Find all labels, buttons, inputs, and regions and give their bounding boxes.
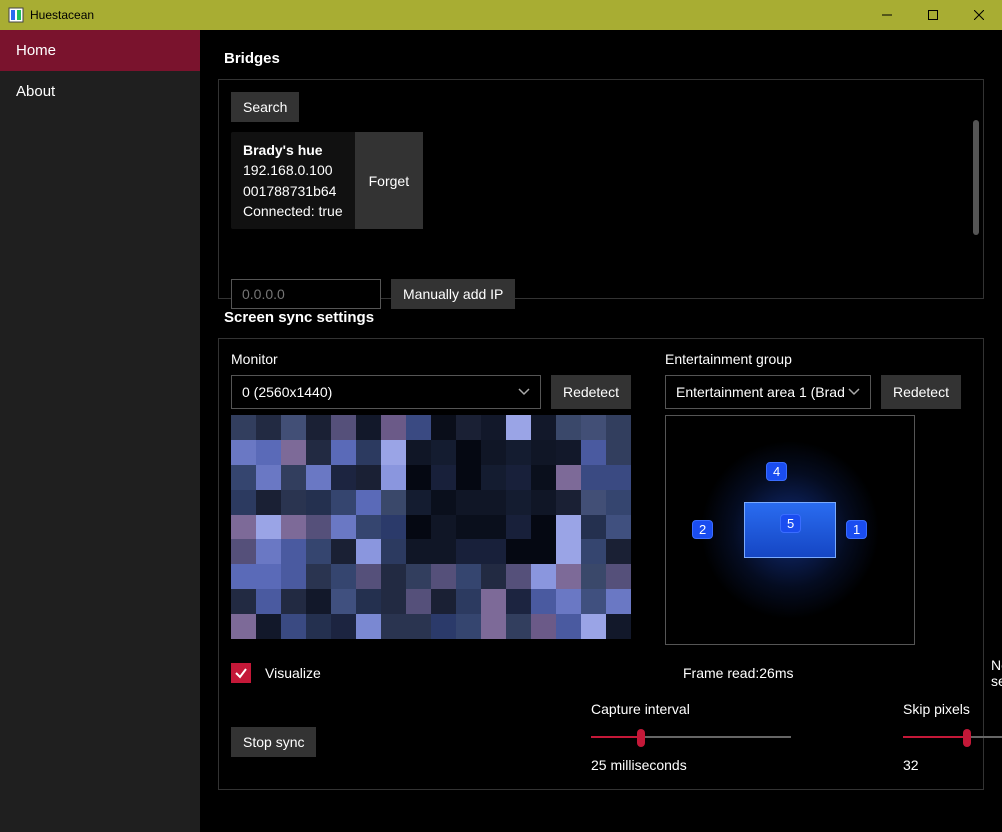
scrollbar[interactable] [973,120,979,235]
minimize-button[interactable] [864,0,910,30]
search-button[interactable]: Search [231,92,299,122]
skip-slider[interactable] [903,727,1002,747]
sidebar-item-about[interactable]: About [0,71,200,112]
screen-preview [231,415,631,639]
skip-label: Skip pixels [903,701,1002,717]
bridges-title: Bridges [224,50,984,67]
monitor-select[interactable]: 0 (2560x1440) [231,375,541,409]
forget-button[interactable]: Forget [355,132,423,229]
close-button[interactable] [956,0,1002,30]
capture-value: 25 milliseconds [591,757,801,773]
ent-select[interactable]: Entertainment area 1 (Brad [665,375,871,409]
visualize-checkbox[interactable] [231,663,251,683]
chevron-down-icon [518,388,530,396]
chevron-down-icon [848,388,860,396]
slider-thumb[interactable] [963,729,971,747]
bridge-name: Brady's hue [243,140,343,160]
slider-thumb[interactable] [637,729,645,747]
capture-label: Capture interval [591,701,801,717]
monitor-label: Monitor [231,351,631,367]
ent-value: Entertainment area 1 (Brad [676,384,845,400]
light-badge-5[interactable]: 5 [780,514,801,533]
manual-add-button[interactable]: Manually add IP [391,279,515,309]
sidebar-item-home[interactable]: Home [0,30,200,71]
sidebar: Home About [0,30,200,832]
bridge-connected: Connected: true [243,201,343,221]
stop-sync-button[interactable]: Stop sync [231,727,316,757]
light-badge-2[interactable]: 2 [692,520,713,539]
monitor-value: 0 (2560x1440) [242,384,332,400]
light-badge-1[interactable]: 1 [846,520,867,539]
bridge-card: Brady's hue 192.168.0.100 001788731b64 C… [231,132,423,229]
ip-input[interactable] [231,279,381,309]
bridge-id: 001788731b64 [243,181,343,201]
bridge-ip: 192.168.0.100 [243,160,343,180]
skip-value: 32 [903,757,1002,773]
maximize-button[interactable] [910,0,956,30]
content: Bridges Search Brady's hue 192.168.0.100… [200,30,1002,832]
net-send-stat: Net send:0ms [991,657,1002,689]
window-title: Huestacean [30,8,94,22]
ent-label: Entertainment group [665,351,961,367]
titlebar: Huestacean [0,0,1002,30]
redetect-ent-button[interactable]: Redetect [881,375,961,409]
sync-title: Screen sync settings [224,309,984,326]
entertainment-layout: 4 2 5 1 [665,415,915,645]
visualize-label: Visualize [265,665,321,681]
frame-read-stat: Frame read:26ms [683,665,793,681]
light-badge-4[interactable]: 4 [766,462,787,481]
app-icon [8,7,24,23]
bridges-panel: Search Brady's hue 192.168.0.100 0017887… [218,79,984,299]
capture-slider[interactable] [591,727,791,747]
bridge-info: Brady's hue 192.168.0.100 001788731b64 C… [231,132,355,229]
redetect-monitor-button[interactable]: Redetect [551,375,631,409]
sync-panel: Monitor 0 (2560x1440) Redetect Entertain… [218,338,984,790]
